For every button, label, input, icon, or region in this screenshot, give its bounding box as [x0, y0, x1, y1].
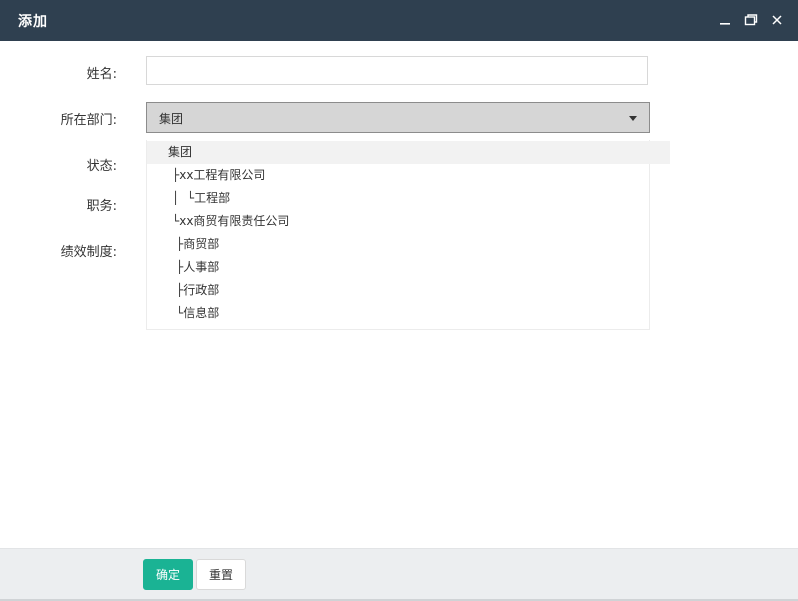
department-label: 所在部门:: [60, 113, 117, 128]
position-label: 职务:: [86, 199, 117, 214]
dropdown-option[interactable]: └信息部: [147, 302, 678, 325]
dropdown-option[interactable]: ├xx工程有限公司: [147, 164, 674, 187]
reset-button[interactable]: 重置: [196, 559, 246, 590]
dropdown-option[interactable]: ├行政部: [147, 279, 678, 302]
status-label: 状态:: [86, 159, 117, 174]
dropdown-option[interactable]: ├人事部: [147, 256, 678, 279]
dropdown-option[interactable]: ├商贸部: [147, 233, 678, 256]
dropdown-option[interactable]: └xx商贸有限责任公司: [147, 210, 674, 233]
department-select[interactable]: 集团: [146, 102, 650, 133]
dropdown-option[interactable]: │ └工程部: [147, 187, 674, 210]
dialog-title: 添加: [18, 14, 48, 30]
performance-label: 绩效制度:: [60, 245, 117, 260]
dialog-footer: 确定 重置: [0, 548, 798, 601]
window-controls: [706, 12, 784, 28]
confirm-button[interactable]: 确定: [143, 559, 193, 590]
department-selected-value: 集团: [159, 112, 184, 126]
maximize-icon[interactable]: [744, 13, 758, 27]
close-icon[interactable]: [770, 13, 784, 27]
chevron-down-icon: [629, 116, 637, 121]
add-dialog: 添加 姓名: 所在部门: 集团 状态: 职务: 绩效制度: 集团 ├xx工程有限…: [0, 0, 798, 601]
name-input[interactable]: [146, 56, 648, 85]
minimize-icon[interactable]: [718, 13, 732, 27]
department-dropdown: 集团 ├xx工程有限公司 │ └工程部 └xx商贸有限责任公司 ├商贸部 ├人事…: [146, 140, 670, 330]
name-label: 姓名:: [86, 67, 117, 82]
dialog-titlebar: 添加: [0, 0, 798, 41]
dropdown-option-group[interactable]: 集团: [147, 141, 670, 164]
